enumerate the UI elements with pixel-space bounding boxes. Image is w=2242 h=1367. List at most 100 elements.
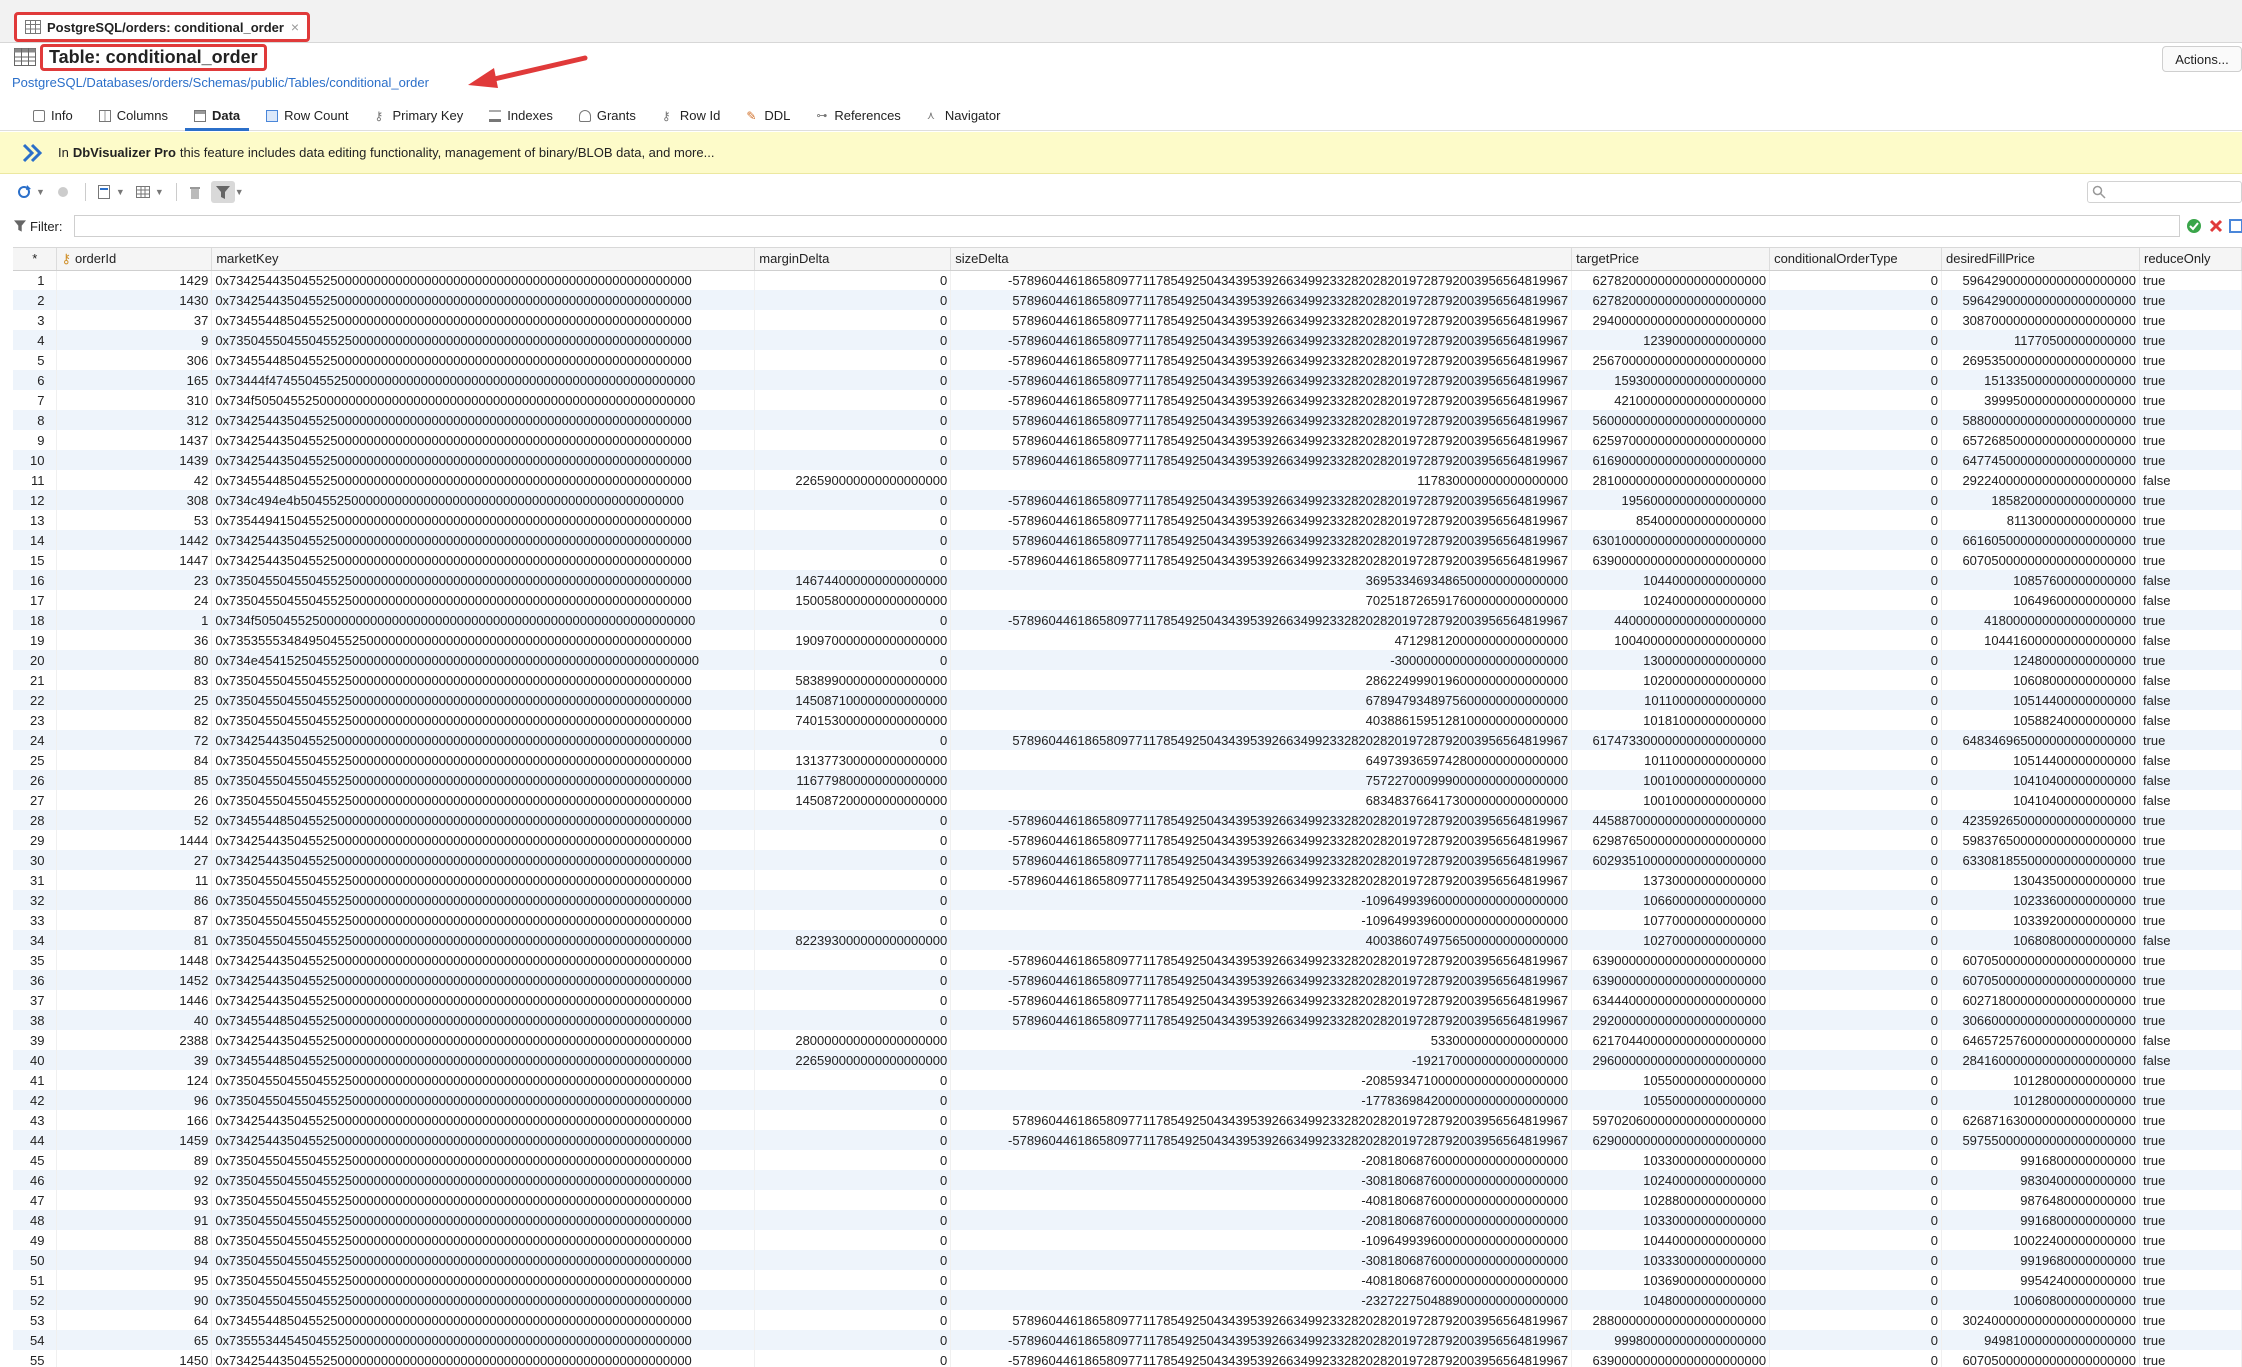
size-delta-cell[interactable]: 3695334693486500000000000000: [950, 570, 1573, 590]
close-icon[interactable]: ×: [291, 19, 299, 35]
target-price-cell[interactable]: 10660000000000000: [1571, 890, 1771, 910]
reduce-only-cell[interactable]: true: [2139, 370, 2242, 390]
conditional-order-type-cell[interactable]: 0: [1769, 890, 1943, 910]
margin-delta-cell[interactable]: 0: [754, 1090, 952, 1110]
margin-delta-cell[interactable]: 150058000000000000000: [754, 590, 952, 610]
table-row[interactable]: 13 53 0x7354494150455250000000000000000000…: [13, 510, 2242, 530]
reduce-only-cell[interactable]: true: [2139, 410, 2242, 430]
size-delta-cell[interactable]: -578960446186580977117854925043439539266…: [950, 390, 1573, 410]
tab-columns[interactable]: Columns: [86, 101, 181, 130]
margin-delta-cell[interactable]: 0: [754, 510, 952, 530]
margin-delta-cell[interactable]: 226590000000000000000: [754, 1050, 952, 1070]
tab-navigator[interactable]: ⋏ Navigator: [914, 101, 1014, 130]
reduce-only-cell[interactable]: true: [2139, 1330, 2242, 1350]
reduce-only-cell[interactable]: true: [2139, 1210, 2242, 1230]
size-delta-cell[interactable]: -578960446186580977117854925043439539266…: [950, 610, 1573, 630]
reduce-only-cell[interactable]: true: [2139, 310, 2242, 330]
market-key-cell[interactable]: 0x73544941504552500000000000000000000000…: [211, 510, 756, 530]
market-key-cell[interactable]: 0x73425443504552500000000000000000000000…: [211, 1110, 756, 1130]
table-row[interactable]: 9 1437 0x734254435045525000000000000000000…: [13, 430, 2242, 450]
order-id-cell[interactable]: 124: [56, 1070, 213, 1090]
order-id-cell[interactable]: 1430: [56, 290, 213, 310]
reduce-only-cell[interactable]: true: [2139, 830, 2242, 850]
reduce-only-cell[interactable]: false: [2139, 770, 2242, 790]
reduce-only-cell[interactable]: true: [2139, 430, 2242, 450]
margin-delta-cell[interactable]: 0: [754, 390, 952, 410]
desired-fill-price-cell[interactable]: 104416000000000000000: [1941, 630, 2140, 650]
conditional-order-type-cell[interactable]: 0: [1769, 390, 1943, 410]
table-row[interactable]: 47 93 0x7350455045504552500000000000000000…: [13, 1190, 2242, 1210]
clear-filter-icon[interactable]: [2208, 218, 2224, 234]
margin-delta-cell[interactable]: 0: [754, 850, 952, 870]
margin-delta-cell[interactable]: 0: [754, 870, 952, 890]
conditional-order-type-cell[interactable]: 0: [1769, 1170, 1943, 1190]
size-delta-cell[interactable]: 6834837664173000000000000000: [950, 790, 1573, 810]
target-price-cell[interactable]: 625970000000000000000000: [1571, 430, 1771, 450]
target-price-cell[interactable]: 629876500000000000000000: [1571, 830, 1771, 850]
table-row[interactable]: 54 65 0x7355534454504552500000000000000000…: [13, 1330, 2242, 1350]
market-key-cell[interactable]: 0x73504550455045525000000000000000000000…: [211, 570, 756, 590]
reduce-only-cell[interactable]: true: [2139, 1190, 2242, 1210]
market-key-cell[interactable]: 0x73425443504552500000000000000000000000…: [211, 1350, 756, 1367]
table-row[interactable]: 27 26 0x7350455045504552500000000000000000…: [13, 790, 2242, 810]
conditional-order-type-cell[interactable]: 0: [1769, 550, 1943, 570]
margin-delta-cell[interactable]: 0: [754, 1010, 952, 1030]
column-header-sizedelta[interactable]: sizeDelta: [950, 248, 1573, 271]
target-price-cell[interactable]: 10550000000000000: [1571, 1090, 1771, 1110]
conditional-order-type-cell[interactable]: 0: [1769, 610, 1943, 630]
order-id-cell[interactable]: 24: [56, 590, 213, 610]
table-row[interactable]: 34 81 0x7350455045504552500000000000000000…: [13, 930, 2242, 950]
order-id-cell[interactable]: 85: [56, 770, 213, 790]
column-header-orderid[interactable]: ⚷ orderId: [56, 248, 213, 271]
actions-button[interactable]: Actions...: [2162, 46, 2242, 72]
editor-tab-conditional-order[interactable]: PostgreSQL/orders: conditional_order ×: [14, 12, 310, 42]
size-delta-cell[interactable]: -4081806876000000000000000000: [950, 1190, 1573, 1210]
table-row[interactable]: 14 1442 0x73425443504552500000000000000000…: [13, 530, 2242, 550]
conditional-order-type-cell[interactable]: 0: [1769, 1310, 1943, 1330]
conditional-order-type-cell[interactable]: 0: [1769, 470, 1943, 490]
reduce-only-cell[interactable]: false: [2139, 790, 2242, 810]
market-key-cell[interactable]: 0x73425443504552500000000000000000000000…: [211, 950, 756, 970]
order-id-cell[interactable]: 83: [56, 670, 213, 690]
order-id-cell[interactable]: 88: [56, 1230, 213, 1250]
target-price-cell[interactable]: 288000000000000000000000: [1571, 1310, 1771, 1330]
size-delta-cell[interactable]: 5789604461865809771178549250434395392663…: [950, 310, 1573, 330]
reduce-only-cell[interactable]: true: [2139, 1070, 2242, 1090]
reduce-only-cell[interactable]: true: [2139, 270, 2242, 290]
size-delta-cell[interactable]: 5789604461865809771178549250434395392663…: [950, 530, 1573, 550]
conditional-order-type-cell[interactable]: 0: [1769, 710, 1943, 730]
conditional-order-type-cell[interactable]: 0: [1769, 410, 1943, 430]
reduce-only-cell[interactable]: true: [2139, 1290, 2242, 1310]
size-delta-cell[interactable]: 7025187265917600000000000000: [950, 590, 1573, 610]
reduce-only-cell[interactable]: true: [2139, 890, 2242, 910]
size-delta-cell[interactable]: 4038861595128100000000000000: [950, 710, 1573, 730]
desired-fill-price-cell[interactable]: 10857600000000000: [1941, 570, 2140, 590]
target-price-cell[interactable]: 10110000000000000: [1571, 750, 1771, 770]
order-id-cell[interactable]: 1439: [56, 450, 213, 470]
size-delta-cell[interactable]: 5789604461865809771178549250434395392663…: [950, 450, 1573, 470]
desired-fill-price-cell[interactable]: 10128000000000000: [1941, 1090, 2140, 1110]
order-id-cell[interactable]: 92: [56, 1170, 213, 1190]
conditional-order-type-cell[interactable]: 0: [1769, 630, 1943, 650]
desired-fill-price-cell[interactable]: 306600000000000000000000: [1941, 1010, 2140, 1030]
tab-data[interactable]: Data: [181, 101, 253, 131]
order-id-cell[interactable]: 94: [56, 1250, 213, 1270]
size-delta-cell[interactable]: 2862249990196000000000000000: [950, 670, 1573, 690]
desired-fill-price-cell[interactable]: 657268500000000000000000: [1941, 430, 2140, 450]
order-id-cell[interactable]: 9: [56, 330, 213, 350]
tab-references[interactable]: ⊶ References: [803, 101, 913, 130]
market-key-cell[interactable]: 0x73504550455045525000000000000000000000…: [211, 1250, 756, 1270]
margin-delta-cell[interactable]: 0: [754, 1330, 952, 1350]
target-price-cell[interactable]: 639000000000000000000000: [1571, 950, 1771, 970]
order-id-cell[interactable]: 11: [56, 870, 213, 890]
margin-delta-cell[interactable]: 190970000000000000000: [754, 630, 952, 650]
table-row[interactable]: 52 90 0x7350455045504552500000000000000000…: [13, 1290, 2242, 1310]
order-id-cell[interactable]: 306: [56, 350, 213, 370]
target-price-cell[interactable]: 10200000000000000: [1571, 670, 1771, 690]
table-row[interactable]: 32 86 0x7350455045504552500000000000000000…: [13, 890, 2242, 910]
market-key-cell[interactable]: 0x734f5050455250000000000000000000000000…: [211, 390, 756, 410]
size-delta-cell[interactable]: -2081806876000000000000000000: [950, 1150, 1573, 1170]
target-price-cell[interactable]: 10333000000000000: [1571, 1250, 1771, 1270]
market-key-cell[interactable]: 0x73504550455045525000000000000000000000…: [211, 790, 756, 810]
desired-fill-price-cell[interactable]: 647745000000000000000000: [1941, 450, 2140, 470]
